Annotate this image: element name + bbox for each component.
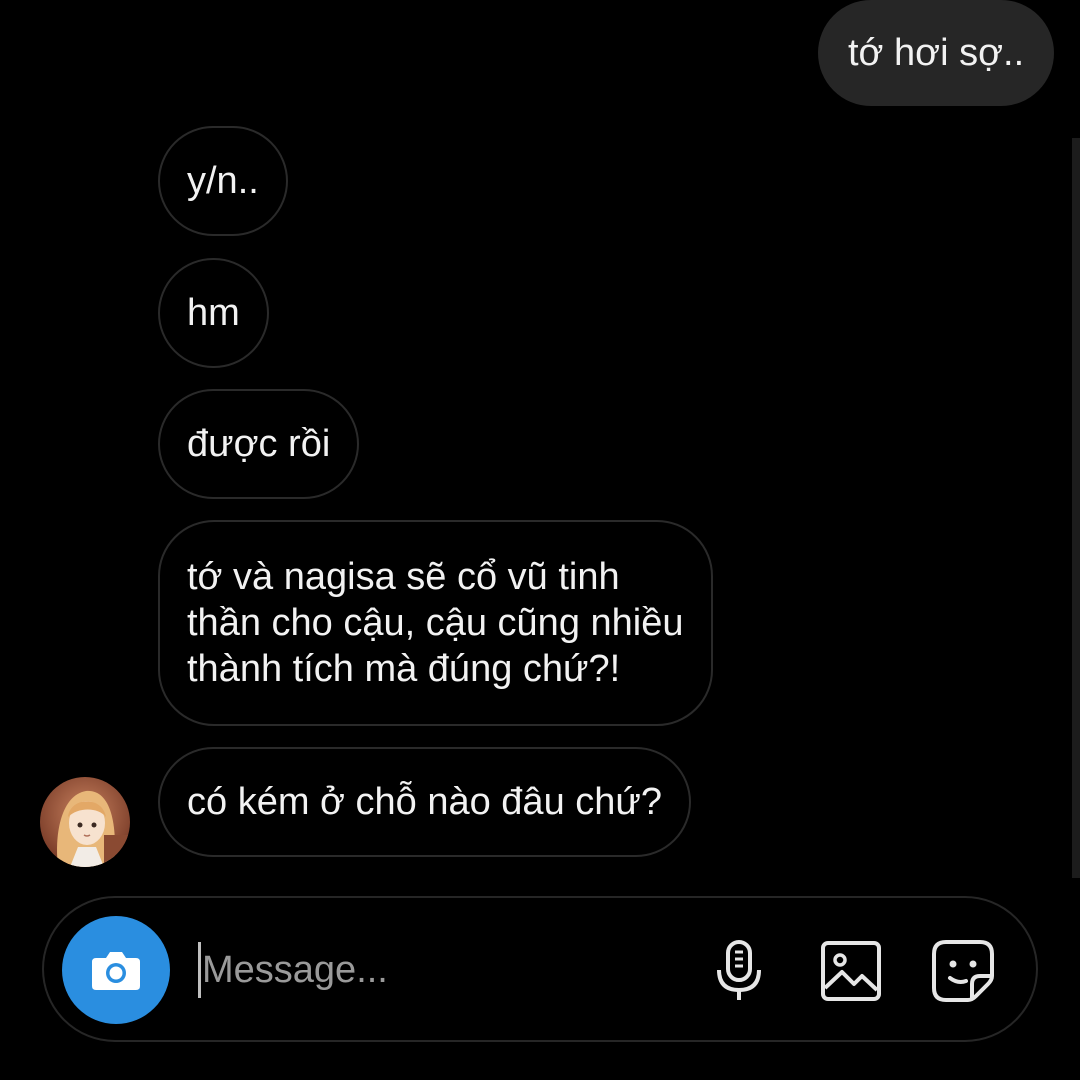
message-text: có kém ở chỗ nào đâu chứ? [187,781,662,823]
scrollbar[interactable] [1072,138,1080,878]
gallery-button[interactable] [816,936,886,1006]
message-thread: tớ hơi sợ.. y/n.. hm được rồi tớ và nagi… [0,0,1080,880]
voice-message-button[interactable] [704,936,774,1006]
sender-avatar[interactable] [40,777,130,867]
message-text-line: tớ và nagisa sẽ cổ vũ tinh [187,556,620,598]
sticker-icon [932,940,994,1002]
incoming-message-bubble[interactable]: hm [158,258,269,368]
outgoing-message-bubble[interactable]: tớ hơi sợ.. [818,0,1055,106]
avatar-image [40,777,130,867]
message-text-line: thành tích mà đúng chứ?! [187,648,621,690]
incoming-message-bubble[interactable]: có kém ở chỗ nào đâu chứ? [158,747,691,857]
camera-icon [92,952,140,990]
incoming-message-bubble[interactable]: được rồi [158,389,360,499]
message-text: hm [187,292,240,334]
gallery-icon [821,941,881,1001]
message-text: y/n.. [187,160,259,202]
message-composer [42,896,1038,1042]
message-input[interactable] [202,938,682,1002]
message-text-line: thần cho cậu, cậu cũng nhiều [187,602,684,644]
sticker-button[interactable] [928,936,998,1006]
text-cursor [198,942,201,998]
incoming-message-bubble[interactable]: tớ và nagisa sẽ cổ vũ tinh thần cho cậu,… [158,520,713,726]
incoming-message-bubble[interactable]: y/n.. [158,126,288,236]
message-text: tớ hơi sợ.. [848,32,1025,74]
camera-button[interactable] [62,916,170,1024]
microphone-icon [717,940,761,1000]
message-text: được rồi [187,423,331,465]
